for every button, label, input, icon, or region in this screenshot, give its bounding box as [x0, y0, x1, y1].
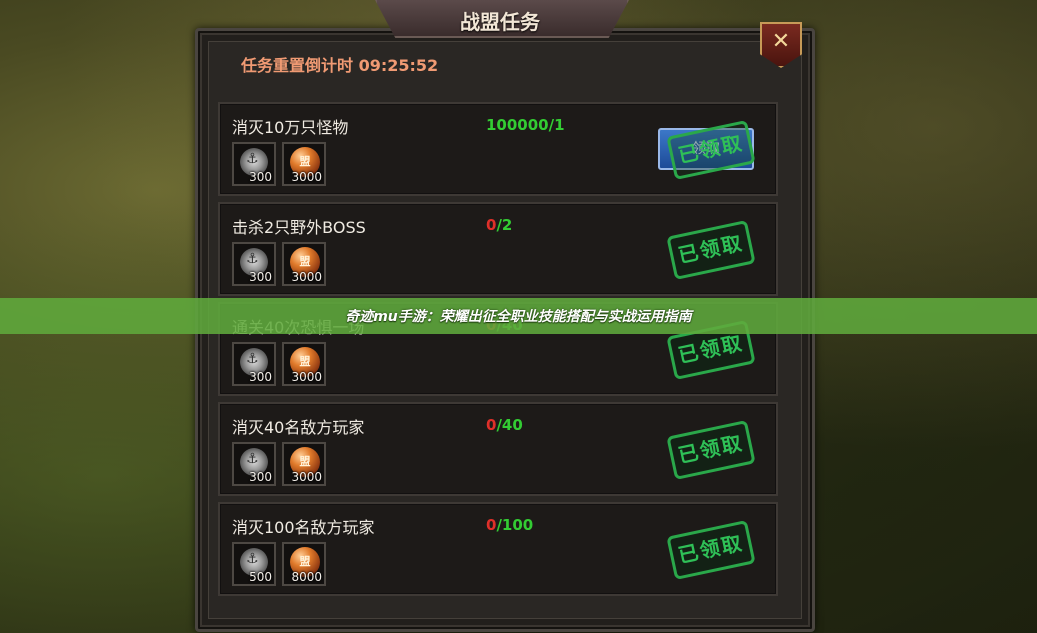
- banner-text: 奇迹mu手游：荣耀出征全职业技能搭配与实战运用指南: [345, 309, 692, 325]
- reward-amount: 3000: [291, 470, 322, 484]
- reward-amount: 300: [249, 470, 272, 484]
- reset-countdown: 任务重置倒计时 09:25:52: [241, 56, 439, 75]
- progress-total: 2: [501, 216, 513, 234]
- reward-amount: 300: [249, 170, 272, 184]
- task-progress: 0/100: [486, 516, 533, 534]
- article-title-banner: 奇迹mu手游：荣耀出征全职业技能搭配与实战运用指南: [0, 298, 1037, 334]
- task-row: 消灭100名敌方玩家 0/100 500 盟 8000 已领取: [218, 502, 778, 596]
- reward-slot[interactable]: 盟 8000: [282, 542, 326, 586]
- reward-amount: 3000: [291, 370, 322, 384]
- reward-slot[interactable]: 盟 3000: [282, 342, 326, 386]
- task-name: 消灭100名敌方玩家: [232, 518, 375, 537]
- task-row: 消灭10万只怪物 100000/1 300 盟 3000 领取 已领取: [218, 102, 778, 196]
- window-title: 战盟任务: [460, 10, 540, 34]
- progress-current: 0: [486, 516, 497, 534]
- reward-amount: 500: [249, 570, 272, 584]
- claimed-stamp: 已领取: [666, 519, 756, 581]
- progress-current: 100000: [486, 116, 549, 134]
- task-row: 消灭40名敌方玩家 0/40 300 盟 3000 已领取: [218, 402, 778, 496]
- task-progress: 0/2: [486, 216, 512, 234]
- task-row: 击杀2只野外BOSS 0/2 300 盟 3000 已领取: [218, 202, 778, 296]
- task-progress: 0/40: [486, 416, 523, 434]
- close-x-icon: ✕: [771, 28, 791, 54]
- task-name: 消灭10万只怪物: [232, 118, 349, 137]
- reward-slot[interactable]: 500: [232, 542, 276, 586]
- progress-total: 100: [501, 516, 534, 534]
- claimed-stamp: 已领取: [666, 419, 756, 481]
- reward-amount: 300: [249, 370, 272, 384]
- reward-slot[interactable]: 300: [232, 142, 276, 186]
- reward-slot[interactable]: 盟 3000: [282, 242, 326, 286]
- reward-slot[interactable]: 300: [232, 342, 276, 386]
- progress-current: 0: [486, 216, 497, 234]
- progress-total: 40: [501, 416, 523, 434]
- reward-amount: 8000: [291, 570, 322, 584]
- claimed-stamp: 已领取: [666, 219, 756, 281]
- reward-slot[interactable]: 300: [232, 242, 276, 286]
- reward-amount: 300: [249, 270, 272, 284]
- task-progress: 100000/1: [486, 116, 565, 134]
- progress-total: 1: [554, 116, 565, 134]
- task-name: 消灭40名敌方玩家: [232, 418, 365, 437]
- task-name: 击杀2只野外BOSS: [232, 218, 366, 237]
- reward-slot[interactable]: 盟 3000: [282, 442, 326, 486]
- progress-current: 0: [486, 416, 497, 434]
- reward-slot[interactable]: 300: [232, 442, 276, 486]
- reward-amount: 3000: [291, 170, 322, 184]
- reward-amount: 3000: [291, 270, 322, 284]
- reward-slot[interactable]: 盟 3000: [282, 142, 326, 186]
